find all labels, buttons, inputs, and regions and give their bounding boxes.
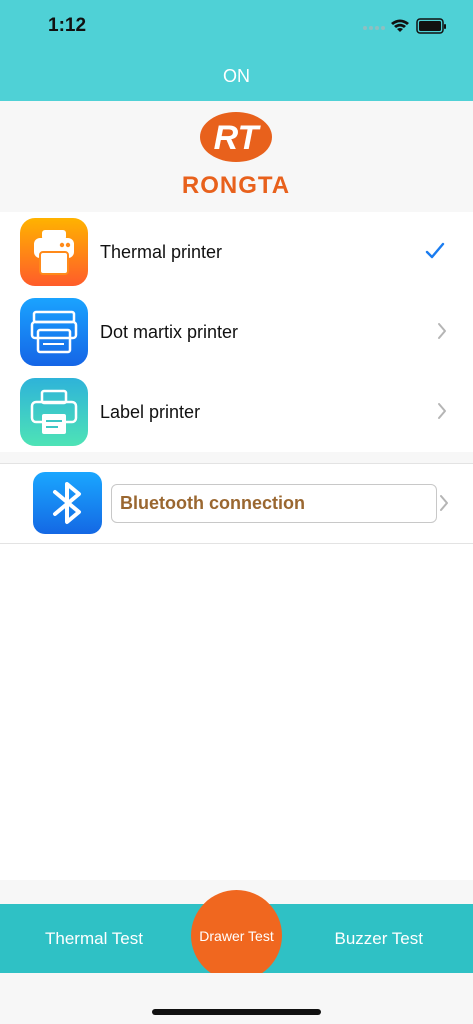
printer-row-thermal[interactable]: Thermal printer — [0, 212, 473, 293]
wifi-icon — [391, 19, 409, 32]
printer-row-label-printer[interactable]: Label printer — [0, 372, 473, 453]
bluetooth-row[interactable]: Bluetooth connection — [0, 463, 473, 544]
buzzer-test-button[interactable]: Buzzer Test — [334, 904, 423, 973]
status-icons — [361, 16, 449, 36]
chevron-right-icon — [439, 494, 449, 517]
logo-monogram: RT — [214, 119, 262, 157]
printer-row-label: Thermal printer — [100, 242, 223, 262]
thermal-test-button[interactable]: Thermal Test — [45, 904, 143, 973]
printer-row-dot-matrix[interactable]: Dot martix printer — [0, 292, 473, 373]
bluetooth-connection-text: Bluetooth connection — [120, 493, 305, 513]
printer-row-label: Label printer — [100, 402, 201, 422]
bluetooth-connection-field[interactable]: Bluetooth connection — [111, 484, 437, 523]
footer-area — [0, 973, 473, 1024]
dot-matrix-printer-icon — [20, 298, 88, 366]
logo-brand-text: RONGTA — [182, 172, 290, 199]
status-time: 1:12 — [48, 15, 87, 36]
chevron-right-icon — [437, 322, 447, 345]
battery-icon — [416, 18, 446, 34]
printer-row-label: Dot martix printer — [100, 322, 239, 342]
checkmark-icon — [425, 242, 445, 265]
page-title: ON — [223, 66, 250, 86]
thermal-printer-icon — [20, 218, 88, 286]
logo-area: RT RONGTA — [0, 101, 473, 213]
rongta-logo: RT RONGTA — [182, 112, 290, 199]
section-gap — [0, 452, 473, 463]
chevron-right-icon — [437, 402, 447, 425]
cellular-signal-icon — [363, 26, 385, 30]
label-printer-icon — [20, 378, 88, 446]
navigation-bar: ON — [0, 50, 473, 101]
drawer-test-button[interactable]: Drawer Test — [191, 890, 282, 981]
status-bar: 1:12 — [0, 0, 473, 50]
bluetooth-icon — [33, 472, 102, 534]
home-indicator[interactable] — [152, 1009, 321, 1015]
